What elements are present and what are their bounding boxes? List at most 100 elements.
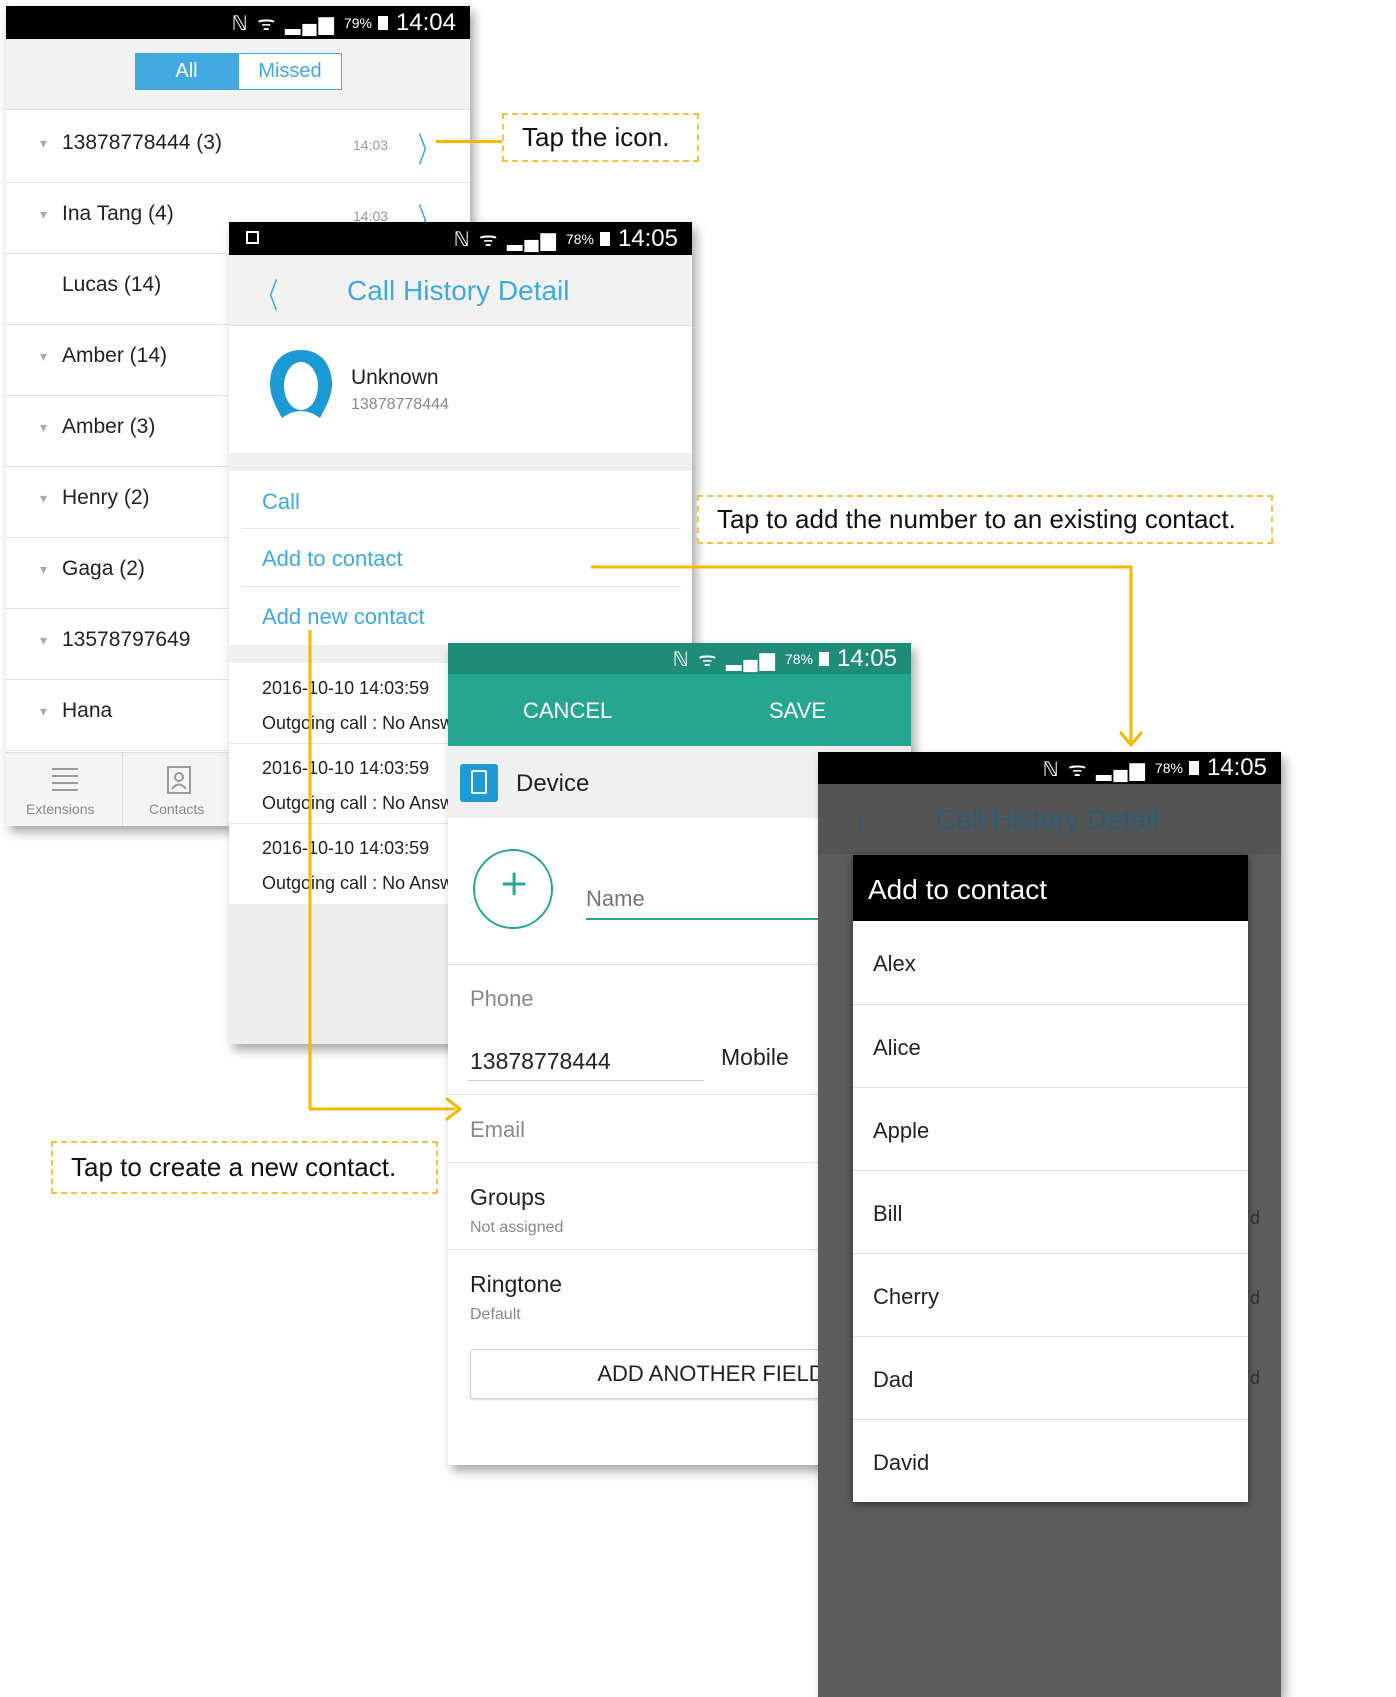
list-icon [52,768,78,791]
contact-item-name: Cherry [873,1284,940,1309]
add-to-contact-screen: ℕ ᯤ ▂▄▆ 78% 14:05 〈 Call History Detail … [818,752,1281,1697]
phone-type[interactable]: Mobile [721,1044,789,1071]
edge-letter: d [1250,1288,1261,1308]
call-action-label: Call [262,489,300,514]
callout-add-existing: Tap to add the number to an existing con… [697,495,1273,544]
add-another-field-label: ADD ANOTHER FIELD [597,1361,825,1386]
call-name: 13878778444 (3) [62,131,222,154]
nav-contacts-label: Contacts [149,801,205,817]
battery-icon [599,231,610,246]
nav-contacts[interactable]: Contacts [123,753,239,826]
dialog-header: Add to contact [853,855,1248,921]
outgoing-call-icon: ▾ [40,135,48,151]
outgoing-call-icon: ▾ [40,348,48,364]
call-time: 14:03 [353,137,389,153]
ringtone-value: Default [470,1306,521,1323]
signal-icons: ℕ ᯤ ▂▄▆ [1042,758,1147,781]
callout-tap-icon-text: Tap the icon. [522,122,670,152]
contact-item[interactable]: Alex [853,921,1248,1005]
contacts-book-icon [167,766,191,794]
add-to-contact-label: Add to contact [262,546,403,571]
account-label: Device [516,770,590,797]
contact-name: Unknown [351,366,439,389]
contact-item-name: Dad [873,1367,914,1392]
filter-all-label: All [175,60,198,82]
call-name: Hana [62,699,113,722]
contact-item[interactable]: Bill [853,1171,1248,1254]
contact-item[interactable]: Apple [853,1088,1248,1171]
call-action[interactable]: Call [229,471,692,529]
status-time: 14:04 [395,8,456,36]
email-label[interactable]: Email [470,1117,525,1143]
call-name: 13578797649 [62,628,191,651]
callout-line-icon [436,140,502,143]
callout-tap-icon: Tap the icon. [502,113,699,162]
battery-level: 78% [1154,760,1183,776]
action-bar: CANCEL SAVE [448,674,911,746]
filter-missed-tab[interactable]: Missed [238,53,342,90]
call-name: Amber (14) [62,344,168,367]
save-button[interactable]: SAVE [769,698,826,724]
divider-band [229,453,692,471]
add-photo-button[interactable]: + [473,849,553,929]
status-bar: ℕ ᯤ ▂▄▆ 78% 14:05 [229,222,692,255]
contact-item-name: Apple [873,1118,930,1143]
contact-item-name: Alex [873,951,916,976]
battery-level: 79% [343,14,372,31]
edge-letter: d [1250,1208,1261,1228]
call-name: Amber (3) [62,415,156,438]
page-title: Call History Detail [347,275,570,306]
header-bar: 〈 Call History Detail [229,255,692,326]
history-desc: Outgoing call : No Answ [262,713,454,733]
ringtone-label[interactable]: Ringtone [470,1271,562,1298]
contact-item[interactable]: David [853,1420,1248,1502]
back-arrow-icon: 〈 [846,806,868,846]
phone-label: Phone [470,986,534,1011]
status-time: 14:05 [1206,754,1267,781]
signal-icons: ℕ ᯤ ▂▄▆ [453,229,558,251]
phone-underline [468,1080,704,1081]
filter-all-tab[interactable]: All [135,53,238,90]
signal-icons: ℕ ᯤ ▂▄▆ [672,649,777,671]
outgoing-call-icon: ▾ [40,703,48,719]
outgoing-call-icon: ▾ [40,419,48,435]
add-to-contact-dialog: Add to contact Alex Alice Apple Bill Che… [853,855,1248,1502]
back-arrow-icon[interactable]: 〈 [258,269,278,318]
battery-icon [818,651,829,666]
arrow-head-down-icon [1119,731,1143,747]
history-date: 2016-10-10 14:03:59 [262,758,430,778]
call-name: Ina Tang (4) [62,202,174,225]
phone-value[interactable]: 13878778444 [470,1048,611,1075]
avatar-icon [270,350,332,418]
screenshot-icon [246,231,259,244]
edge-letter: d [1250,1368,1261,1388]
outgoing-call-icon: ▾ [40,206,48,222]
filter-missed-label: Missed [258,60,322,82]
chevron-right-icon[interactable]: 〉 [418,123,438,172]
call-name: Henry (2) [62,486,150,509]
filter-bar: All Missed [6,39,470,110]
callout-add-existing-text: Tap to add the number to an existing con… [717,504,1236,534]
status-time: 14:05 [617,224,678,252]
history-desc: Outgoing call : No Answ [262,873,454,893]
contact-item-name: Bill [873,1201,903,1226]
contact-item[interactable]: Dad [853,1337,1248,1420]
contact-item[interactable]: Cherry [853,1254,1248,1337]
dialog-title: Add to contact [868,874,1048,905]
battery-icon [1188,761,1199,775]
groups-value: Not assigned [470,1219,564,1236]
contact-item[interactable]: Alice [853,1005,1248,1088]
add-to-contact-action[interactable]: Add to contact [229,529,692,587]
groups-label[interactable]: Groups [470,1184,545,1211]
call-name: Gaga (2) [62,557,145,580]
call-name: Lucas (14) [62,273,162,296]
cancel-button[interactable]: CANCEL [523,698,612,724]
contact-list: Alex Alice Apple Bill Cherry Dad David [853,921,1248,1502]
nav-extensions[interactable]: Extensions [6,753,123,826]
status-bar: ℕ ᯤ ▂▄▆ 78% 14:05 [818,752,1281,784]
call-row[interactable]: ▾ 13878778444 (3) 14:03 〉 [6,107,470,183]
status-time: 14:05 [836,644,897,672]
status-bar: ℕ ᯤ ▂▄▆ 79% 14:04 [6,6,470,39]
add-new-contact-action[interactable]: Add new contact [229,587,692,645]
nav-extensions-label: Extensions [26,801,95,817]
